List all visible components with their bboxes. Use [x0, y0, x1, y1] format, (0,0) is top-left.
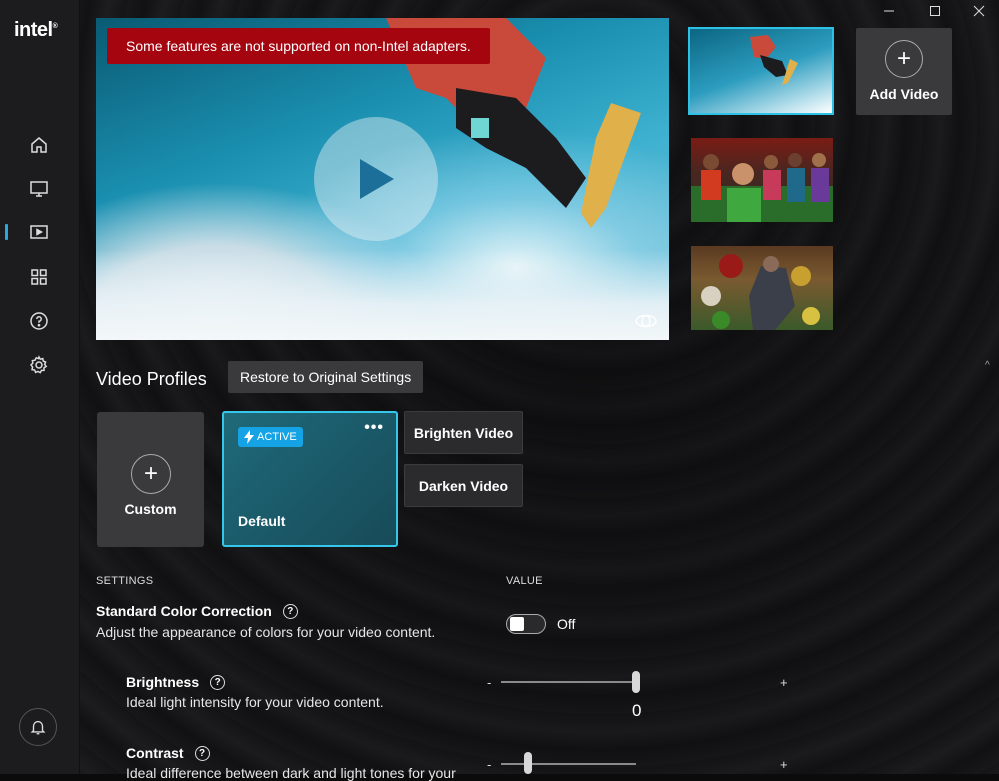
- custom-profile-button[interactable]: + Custom: [97, 412, 204, 547]
- help-icon[interactable]: ?: [282, 603, 298, 619]
- close-icon: [973, 5, 985, 17]
- restore-settings-button[interactable]: Restore to Original Settings: [228, 361, 424, 393]
- default-profile-label: Default: [238, 513, 286, 529]
- minimize-icon: [884, 10, 894, 12]
- gear-icon: [30, 355, 48, 374]
- thumbnail-food-market[interactable]: [691, 246, 833, 330]
- contrast-slider-track[interactable]: [501, 763, 636, 765]
- sidebar-item-settings[interactable]: [22, 348, 56, 382]
- contrast-label: Contrast: [126, 745, 184, 761]
- thumbnail-group-of-people[interactable]: [691, 138, 833, 222]
- sidebar-item-video[interactable]: [22, 215, 56, 249]
- active-indicator: [5, 224, 8, 240]
- video-profiles-title: Video Profiles: [96, 369, 207, 389]
- thumbnail-market-figures: [701, 254, 820, 330]
- brightness-slider-track[interactable]: [501, 681, 636, 683]
- notifications-button[interactable]: [19, 708, 57, 746]
- warning-banner: Some features are not supported on non-I…: [107, 28, 490, 64]
- intel-logo: intel®: [14, 19, 58, 41]
- default-profile-card[interactable]: ACTIVE ••• Default: [222, 411, 398, 547]
- darken-video-button[interactable]: Darken Video: [404, 464, 523, 507]
- minimize-button[interactable]: [866, 0, 912, 22]
- brightness-plus[interactable]: +: [780, 675, 788, 690]
- thumbnail-people-figures: [691, 153, 833, 222]
- video-player[interactable]: Some features are not supported on non-I…: [96, 18, 669, 340]
- thumbnail-snowboard[interactable]: [688, 27, 834, 115]
- value-column-header: VALUE: [506, 575, 543, 587]
- color-correction-state: Off: [557, 616, 576, 632]
- active-badge-label: ACTIVE: [257, 431, 297, 443]
- play-button[interactable]: [314, 117, 438, 241]
- brightness-value: 0: [632, 701, 642, 720]
- plus-icon: +: [131, 454, 171, 494]
- color-correction-label: Standard Color Correction: [96, 603, 272, 619]
- help-icon[interactable]: ?: [194, 745, 210, 761]
- 360-view-icon[interactable]: [635, 314, 657, 328]
- contrast-desc: Ideal difference between dark and light …: [126, 765, 456, 781]
- settings-column-header: SETTINGS: [96, 575, 154, 587]
- maximize-button[interactable]: [912, 0, 958, 22]
- color-correction-title: Standard Color Correction ?: [96, 603, 298, 619]
- help-icon[interactable]: ?: [210, 674, 226, 690]
- brighten-video-button[interactable]: Brighten Video: [404, 411, 523, 454]
- sidebar-item-apps[interactable]: [22, 260, 56, 294]
- contrast-slider-thumb[interactable]: [524, 752, 532, 774]
- play-icon: [360, 159, 394, 199]
- home-icon: [31, 137, 47, 153]
- apps-grid-icon: [31, 269, 47, 285]
- color-correction-desc: Adjust the appearance of colors for your…: [96, 624, 436, 640]
- custom-profile-label: Custom: [124, 501, 177, 517]
- display-icon: [30, 181, 48, 197]
- help-icon: [30, 312, 48, 330]
- toggle-knob: [510, 617, 524, 631]
- close-button[interactable]: [956, 0, 999, 22]
- bell-icon: [30, 720, 46, 735]
- brightness-slider-thumb[interactable]: [632, 671, 640, 693]
- plus-icon: +: [885, 40, 923, 78]
- active-badge: ACTIVE: [238, 427, 303, 447]
- sidebar: intel®: [0, 0, 80, 774]
- scroll-up-icon[interactable]: ^: [985, 360, 990, 371]
- video-frame-snow: [96, 250, 669, 340]
- contrast-title: Contrast ?: [126, 745, 210, 761]
- more-options-icon[interactable]: •••: [364, 419, 384, 437]
- thumbnail-snowboarder-figure: [750, 35, 798, 85]
- contrast-plus[interactable]: +: [780, 757, 788, 772]
- add-video-label: Add Video: [869, 86, 939, 102]
- maximize-icon: [930, 6, 940, 16]
- brightness-label: Brightness: [126, 674, 200, 690]
- color-correction-toggle[interactable]: [506, 614, 546, 634]
- brightness-title: Brightness ?: [126, 674, 226, 690]
- brightness-minus[interactable]: -: [487, 675, 491, 690]
- sidebar-item-home[interactable]: [22, 128, 56, 162]
- contrast-minus[interactable]: -: [487, 757, 491, 772]
- lightning-icon: [244, 430, 254, 444]
- sidebar-item-display[interactable]: [22, 172, 56, 206]
- video-icon: [30, 225, 48, 239]
- sidebar-item-help[interactable]: [22, 304, 56, 338]
- brightness-desc: Ideal light intensity for your video con…: [126, 694, 384, 710]
- add-video-button[interactable]: + Add Video: [856, 28, 952, 115]
